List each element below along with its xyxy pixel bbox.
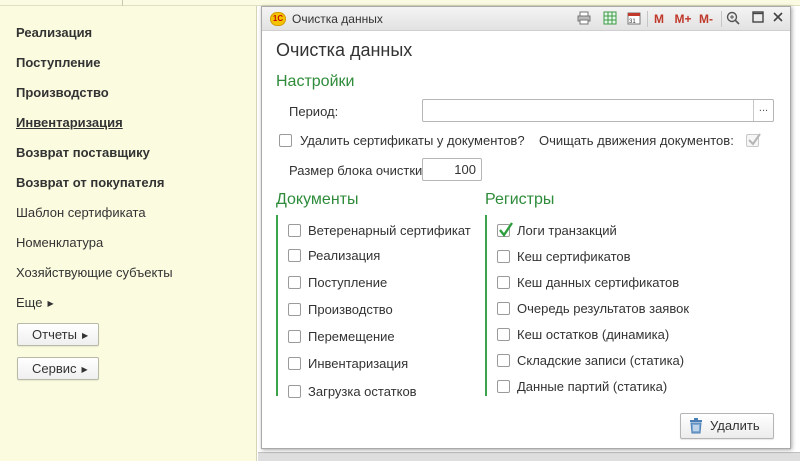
triangle-right-icon: ▶: [81, 365, 88, 374]
settings-heading: Настройки: [276, 73, 355, 90]
calendar-day: 31: [629, 19, 636, 25]
delete-certs-label: Удалить сертификаты у документов?: [300, 133, 525, 148]
app-logo-icon: 1С: [270, 12, 286, 26]
documents-label-receipt: Поступление: [308, 275, 388, 290]
sidebar-item-receipt[interactable]: Поступление: [16, 55, 101, 70]
documents-checkbox-load-balances[interactable]: [288, 385, 301, 398]
triangle-right-icon: ▶: [47, 299, 54, 308]
trash-icon: [689, 418, 703, 442]
sidebar-item-more-label: Еще: [16, 295, 43, 310]
registers-label-request-queue: Очередь результатов заявок: [517, 301, 690, 316]
sidebar-item-more[interactable]: Еще ▶: [16, 295, 54, 310]
sidebar-item-nomenclature[interactable]: Номенклатура: [16, 235, 103, 250]
registers-heading: Регистры: [485, 191, 555, 208]
registers-group-line: [485, 215, 487, 396]
documents-checkbox-vet-cert[interactable]: [288, 224, 301, 237]
delete-button-label: Удалить: [710, 418, 760, 433]
registers-label-cert-data-cache: Кеш данных сертификатов: [517, 275, 680, 290]
period-select-button[interactable]: ...: [753, 100, 773, 121]
sidebar-item-return-to-supplier[interactable]: Возврат поставщику: [16, 145, 150, 160]
clear-movements-checkbox[interactable]: [746, 133, 761, 147]
documents-checkbox-movement[interactable]: [288, 330, 301, 343]
calendar-icon[interactable]: 31: [626, 11, 642, 27]
documents-checkbox-production[interactable]: [288, 303, 301, 316]
registers-label-warehouse-records: Складские записи (статика): [517, 353, 685, 368]
data-cleanup-window: 1С Очистка данных 31 M M+ M- Очистка дан…: [261, 6, 791, 449]
block-size-label: Размер блока очистки:: [289, 163, 426, 178]
documents-label-inventory: Инвентаризация: [308, 356, 409, 371]
clear-movements-label: Очищать движения документов:: [539, 133, 734, 148]
sidebar-item-inventory[interactable]: Инвентаризация: [16, 115, 123, 130]
documents-checkbox-realization[interactable]: [288, 249, 301, 262]
documents-checkbox-inventory[interactable]: [288, 357, 301, 370]
registers-checkbox-transaction-logs[interactable]: [497, 222, 513, 238]
spreadsheet-icon[interactable]: [602, 11, 618, 27]
period-label: Период:: [289, 104, 339, 119]
print-icon[interactable]: [576, 11, 592, 27]
window-titlebar[interactable]: 1С Очистка данных 31 M M+ M-: [262, 7, 790, 31]
delete-certs-checkbox[interactable]: [279, 134, 292, 147]
registers-checkbox-request-queue[interactable]: [497, 302, 510, 315]
documents-label-production: Производство: [308, 302, 393, 317]
registers-checkbox-balance-cache[interactable]: [497, 328, 510, 341]
documents-checkbox-receipt[interactable]: [288, 276, 301, 289]
documents-label-movement: Перемещение: [308, 329, 395, 344]
sidebar-item-business-entities[interactable]: Хозяйствующие субъекты: [16, 265, 173, 280]
sidebar-item-return-from-customer[interactable]: Возврат от покупателя: [16, 175, 164, 190]
window-content: Очистка данных Настройки Период: ... Уда…: [262, 31, 790, 448]
registers-label-batch-data: Данные партий (статика): [517, 379, 668, 394]
reports-button[interactable]: Отчеты ▶: [17, 323, 99, 346]
period-input[interactable]: ...: [422, 99, 774, 122]
registers-label-cert-cache: Кеш сертификатов: [517, 249, 631, 264]
sidebar: Реализация Поступление Производство Инве…: [0, 6, 257, 461]
documents-heading: Документы: [276, 191, 359, 208]
sidebar-item-realization[interactable]: Реализация: [16, 25, 92, 40]
documents-label-load-balances: Загрузка остатков: [308, 384, 417, 399]
reports-button-label: Отчеты: [32, 327, 77, 342]
maximize-icon[interactable]: [750, 11, 766, 27]
registers-checkbox-cert-cache[interactable]: [497, 250, 510, 263]
registers-label-transaction-logs: Логи транзакций: [517, 223, 617, 238]
close-icon[interactable]: [770, 11, 786, 27]
memory-plus-button[interactable]: M+: [673, 11, 693, 27]
service-button[interactable]: Сервис ▶: [17, 357, 99, 380]
sidebar-item-production[interactable]: Производство: [16, 85, 109, 100]
memory-button[interactable]: M: [652, 11, 666, 27]
registers-checkbox-warehouse-records[interactable]: [497, 354, 510, 367]
window-title: Очистка данных: [292, 12, 383, 26]
registers-label-balance-cache: Кеш остатков (динамика): [517, 327, 670, 342]
background-strip: [258, 452, 800, 461]
delete-button[interactable]: Удалить: [680, 413, 774, 439]
service-button-label: Сервис: [32, 361, 77, 376]
sidebar-item-cert-template[interactable]: Шаблон сертификата: [16, 205, 146, 220]
zoom-icon[interactable]: [725, 11, 741, 27]
block-size-input[interactable]: 100: [422, 158, 482, 181]
memory-minus-button[interactable]: M-: [696, 11, 716, 27]
form-title: Очистка данных: [276, 40, 413, 60]
registers-checkbox-cert-data-cache[interactable]: [497, 276, 510, 289]
registers-checkbox-batch-data[interactable]: [497, 380, 510, 393]
documents-group-line: [276, 215, 278, 396]
documents-label-realization: Реализация: [308, 248, 381, 263]
triangle-right-icon: ▶: [81, 331, 89, 340]
documents-label-vet-cert: Ветеренарный сертификат: [308, 223, 471, 238]
